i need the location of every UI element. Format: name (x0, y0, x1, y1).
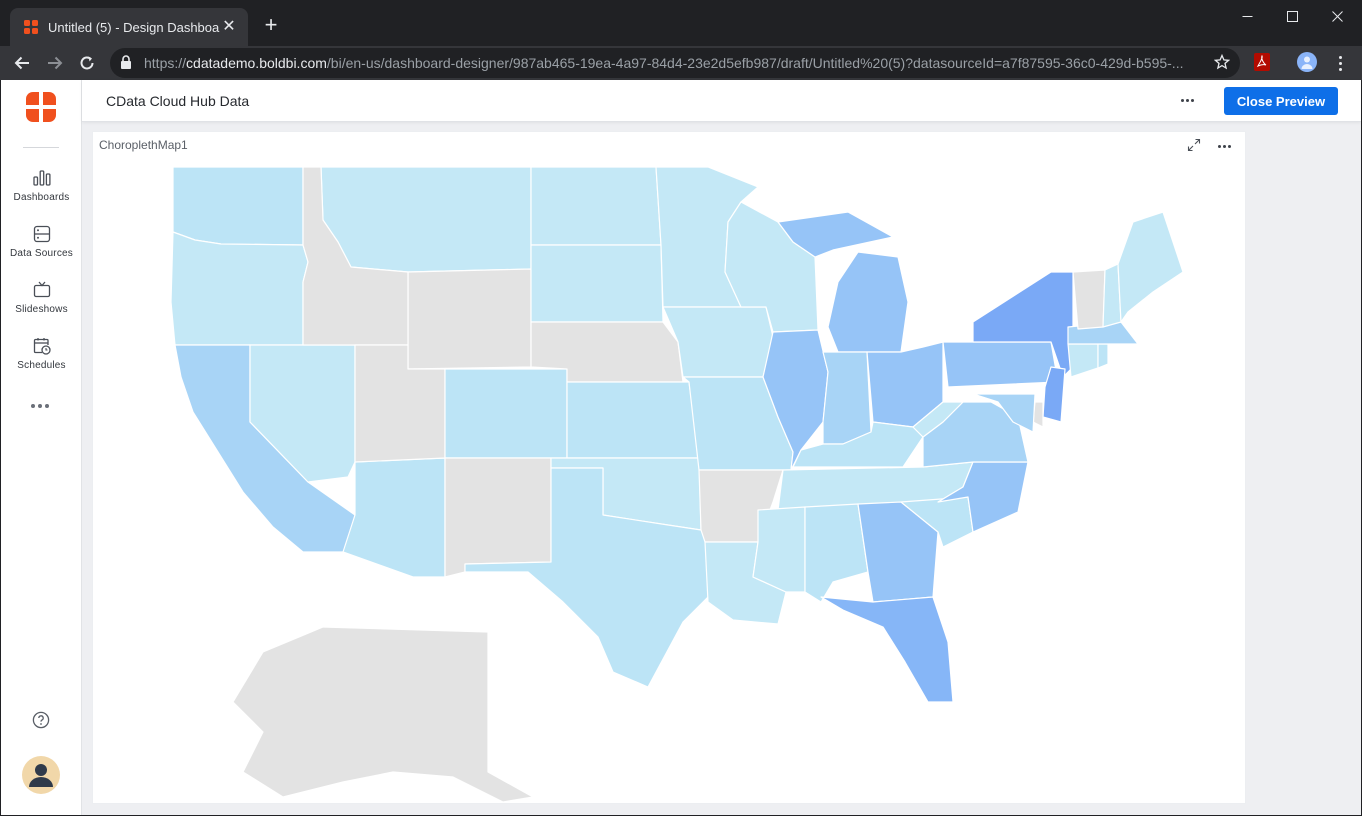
back-icon[interactable] (8, 49, 36, 77)
maximize-icon[interactable] (1269, 4, 1315, 28)
state-ks[interactable] (566, 381, 700, 459)
state-ri[interactable] (1097, 343, 1109, 369)
sidebar-item-schedules[interactable]: Schedules (1, 336, 82, 384)
header-more-options-icon[interactable] (1181, 93, 1199, 107)
url-path: /bi/en-us/dashboard-designer/987ab465-19… (326, 55, 1184, 71)
boldbi-favicon-icon (24, 20, 38, 34)
widget-more-options-icon[interactable] (1218, 143, 1236, 149)
sidebar-item-label: Slideshows (15, 304, 68, 315)
state-mt[interactable] (320, 166, 532, 273)
new-tab-button[interactable]: + (258, 13, 284, 39)
state-pa[interactable] (942, 341, 1059, 388)
url-scheme: https:// (144, 55, 187, 71)
dashboard-title: CData Cloud Hub Data (106, 93, 250, 109)
state-sd[interactable] (530, 244, 664, 323)
close-window-icon[interactable] (1314, 4, 1360, 28)
state-co[interactable] (444, 368, 568, 459)
expand-icon[interactable] (1187, 138, 1201, 152)
sidebar-item-data-sources[interactable]: Data Sources (1, 224, 82, 272)
database-icon (32, 224, 52, 244)
state-or[interactable] (170, 231, 309, 346)
sidebar-more-icon[interactable] (31, 402, 51, 410)
calendar-clock-icon (32, 336, 52, 356)
choropleth-widget: ChoroplethMap1 (92, 131, 1246, 804)
user-avatar[interactable] (22, 756, 60, 794)
url-text: https://cdatademo.boldbi.com/bi/en-us/da… (144, 55, 1194, 71)
app-root: Dashboards Data Sources Slideshows Sched… (1, 80, 1361, 815)
state-in[interactable] (822, 351, 872, 445)
sidebar-item-label: Schedules (17, 360, 66, 371)
url-host: cdatademo.boldbi.com (186, 55, 327, 71)
tab-close-icon[interactable]: ✕ (220, 19, 238, 35)
help-icon[interactable] (32, 711, 50, 729)
state-ct[interactable] (1067, 343, 1099, 378)
state-fl[interactable] (820, 596, 954, 703)
widget-title: ChoroplethMap1 (99, 138, 188, 152)
state-wa[interactable] (172, 166, 304, 246)
reload-icon[interactable] (73, 49, 101, 77)
pdf-extension-icon[interactable] (1254, 53, 1270, 71)
state-wy[interactable] (407, 268, 532, 370)
browser-titlebar: Untitled (5) - Design Dashboard ✕ + (0, 0, 1362, 46)
state-nd[interactable] (530, 166, 662, 246)
state-al[interactable] (804, 503, 869, 603)
sidebar-divider (23, 147, 59, 148)
forward-icon[interactable] (41, 49, 69, 77)
bookmark-star-icon[interactable] (1213, 53, 1231, 75)
sidebar-item-label: Dashboards (13, 192, 70, 203)
boldbi-logo-icon[interactable] (24, 90, 58, 124)
profile-icon[interactable] (1297, 52, 1317, 72)
sidebar-item-label: Data Sources (10, 248, 73, 259)
bar-chart-icon (32, 168, 52, 188)
state-ms[interactable] (752, 506, 806, 593)
sidebar-item-dashboards[interactable]: Dashboards (1, 168, 82, 216)
close-preview-button[interactable]: Close Preview (1224, 87, 1338, 115)
tab-title: Untitled (5) - Design Dashboard (48, 19, 220, 35)
state-vt[interactable] (1072, 269, 1106, 330)
user-silhouette-icon (29, 764, 53, 787)
state-me[interactable] (1117, 211, 1184, 323)
browser-tab[interactable]: Untitled (5) - Design Dashboard ✕ (10, 8, 248, 46)
minimize-icon[interactable] (1224, 4, 1270, 28)
state-az[interactable] (342, 457, 446, 578)
sidebar: Dashboards Data Sources Slideshows Sched… (1, 80, 82, 815)
address-bar[interactable]: https://cdatademo.boldbi.com/bi/en-us/da… (110, 48, 1240, 78)
state-nm[interactable] (444, 457, 552, 578)
sidebar-item-slideshows[interactable]: Slideshows (1, 280, 82, 328)
browser-toolbar: https://cdatademo.boldbi.com/bi/en-us/da… (0, 46, 1362, 80)
state-ak[interactable] (232, 626, 534, 803)
tv-icon (32, 280, 52, 300)
browser-menu-icon[interactable] (1330, 52, 1350, 74)
choropleth-map (170, 166, 1184, 803)
lock-icon (120, 55, 134, 71)
dashboard-header: CData Cloud Hub Data Close Preview (82, 80, 1361, 122)
